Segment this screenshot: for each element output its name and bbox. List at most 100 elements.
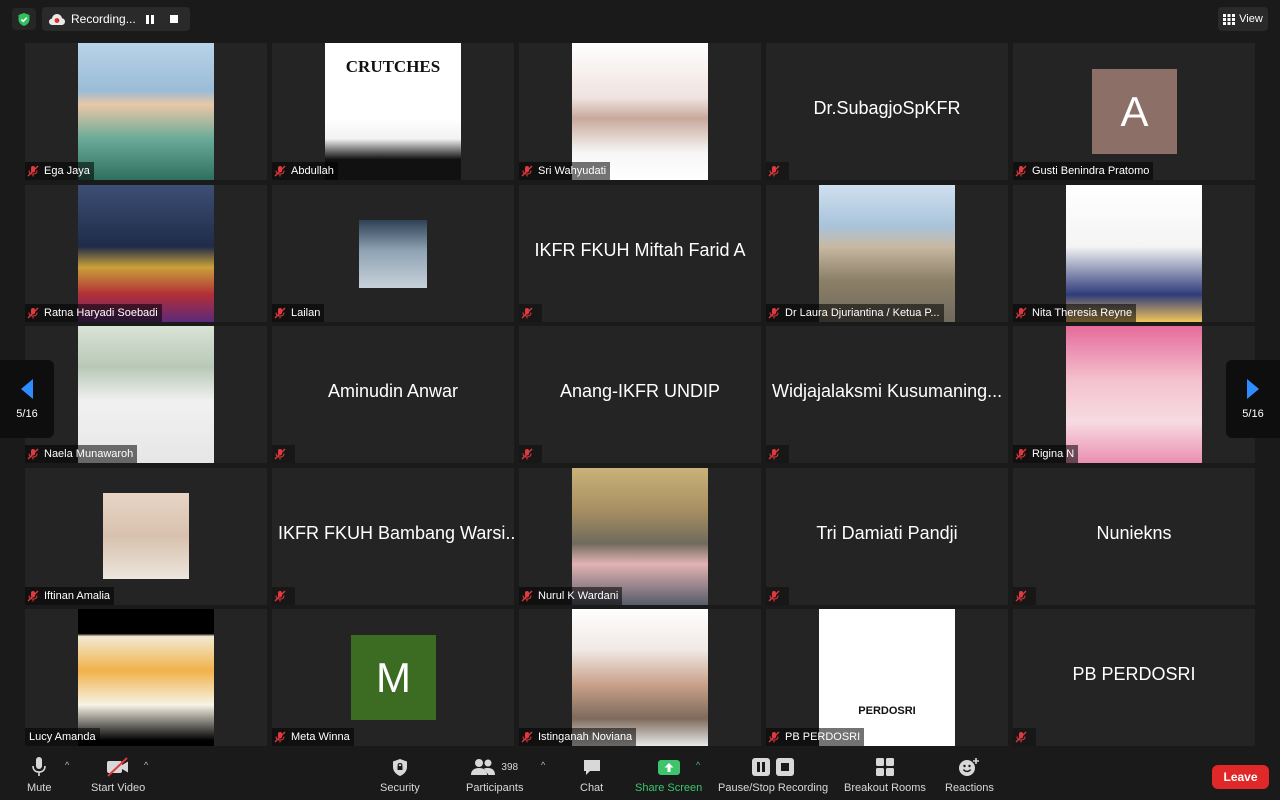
muted-microphone-icon — [274, 165, 286, 177]
participant-tile[interactable]: Anang-IKFR UNDIP — [519, 326, 761, 463]
breakout-rooms-icon — [875, 756, 895, 778]
recording-indicator[interactable]: Recording... — [42, 7, 190, 31]
share-screen-icon — [657, 756, 680, 778]
participant-name: Meta Winna — [291, 731, 350, 743]
participant-tile[interactable]: Rigina N — [1013, 326, 1255, 463]
participant-center-name: Nuniekns — [1096, 522, 1172, 543]
participant-video — [572, 609, 708, 746]
participant-tile[interactable]: A Gusti Benindra Pratomo — [1013, 43, 1255, 180]
muted-microphone-icon — [521, 307, 533, 319]
participant-name-label: Ega Jaya — [25, 162, 94, 180]
security-shield-icon[interactable] — [12, 8, 36, 30]
leave-button[interactable]: Leave — [1212, 765, 1269, 789]
participant-tile[interactable]: PB PERDOSRI — [1013, 609, 1255, 746]
reactions-label: Reactions — [945, 782, 994, 794]
participant-name-label: Nurul K Wardani — [519, 586, 623, 605]
participant-tile[interactable]: Widjajalaksmi Kusumaning... — [766, 326, 1008, 463]
next-page-button[interactable]: 5/16 — [1226, 360, 1280, 438]
participant-tile[interactable]: Nita Theresia Reyne — [1013, 184, 1255, 322]
participant-tile[interactable]: M Meta Winna — [272, 609, 514, 746]
previous-page-button[interactable]: 5/16 — [0, 360, 54, 438]
video-options-caret-icon[interactable]: ^ — [144, 760, 148, 770]
start-video-button[interactable]: Start Video — [91, 756, 145, 794]
mute-button[interactable]: Mute — [27, 756, 51, 794]
participant-name: Nurul K Wardani — [538, 589, 619, 602]
participant-name-label: PB PERDOSRI — [766, 728, 865, 746]
participant-video — [819, 184, 955, 322]
participant-tile[interactable]: Dr.SubagjoSpKFR — [766, 43, 1008, 180]
share-screen-label: Share Screen — [635, 782, 703, 794]
arrow-left-icon — [21, 379, 33, 399]
participant-name-label — [1013, 586, 1036, 605]
participant-tile[interactable]: Ega Jaya — [25, 43, 267, 180]
participant-tile[interactable]: Naela Munawaroh — [25, 326, 267, 463]
participant-tile[interactable]: Tri Damiati Pandji — [766, 467, 1008, 605]
view-button[interactable]: View — [1218, 7, 1268, 31]
participant-video — [78, 609, 214, 746]
security-label: Security — [380, 782, 420, 794]
chat-button[interactable]: Chat — [580, 756, 603, 794]
participant-tile[interactable]: CRUTCHES Abdullah — [272, 43, 514, 180]
participant-tile[interactable]: Lucy Amanda — [25, 609, 267, 746]
page-indicator-left: 5/16 — [16, 408, 38, 420]
top-bar: Recording... View — [0, 0, 1280, 38]
participant-video — [572, 467, 708, 605]
gallery-grid: Ega Jaya CRUTCHES Abdullah Sri Wahyudati Dr.… — [25, 43, 1255, 746]
muted-microphone-icon — [521, 590, 533, 602]
participant-name-label: Meta Winna — [272, 728, 354, 746]
reactions-button[interactable]: Reactions — [945, 756, 994, 794]
participant-name: Nita Theresia Reyne — [1032, 306, 1133, 319]
muted-microphone-icon — [768, 448, 780, 460]
muted-microphone-icon — [274, 731, 286, 743]
share-options-caret-icon[interactable]: ^ — [696, 760, 700, 770]
video-image-text: CRUTCHES — [345, 57, 441, 76]
participant-name: Ega Jaya — [44, 165, 90, 177]
participants-options-caret-icon[interactable]: ^ — [541, 760, 545, 770]
meeting-toolbar: Mute ^ Start Video ^ Security 398 Partic… — [0, 750, 1280, 800]
participant-video — [572, 43, 708, 180]
participant-video — [1066, 184, 1202, 322]
security-button[interactable]: Security — [380, 756, 420, 794]
muted-microphone-icon — [768, 590, 780, 602]
participant-name-label — [766, 445, 789, 463]
participant-tile[interactable]: Ratna Haryadi Soebadi — [25, 184, 267, 322]
participant-tile[interactable]: Dr Laura Djuriantina / Ketua P... — [766, 184, 1008, 322]
grid-view-icon — [1223, 13, 1236, 25]
security-shield-toolbar-icon — [392, 756, 408, 778]
participant-name-label: Istinganah Noviana — [519, 728, 637, 746]
participant-tile[interactable]: IKFR FKUH Bambang Warsi... — [272, 467, 514, 605]
participant-video — [78, 326, 214, 463]
participant-tile[interactable]: Istinganah Noviana — [519, 609, 761, 746]
muted-microphone-icon — [768, 165, 780, 177]
participant-name: Abdullah — [291, 165, 334, 177]
video-off-icon — [105, 756, 131, 778]
participant-center-name: Widjajalaksmi Kusumaning... — [772, 381, 1003, 401]
participant-name: Ratna Haryadi Soebadi — [44, 306, 158, 319]
participant-tile[interactable]: Nuniekns — [1013, 467, 1255, 605]
share-screen-button[interactable]: Share Screen — [635, 756, 702, 794]
participant-name-label — [519, 303, 542, 322]
participant-tile[interactable]: PERDOSRI PB PERDOSRI — [766, 609, 1008, 746]
view-label: View — [1239, 13, 1263, 25]
participant-tile[interactable]: IKFR FKUH Miftah Farid A — [519, 184, 761, 322]
participant-tile[interactable]: Aminudin Anwar — [272, 326, 514, 463]
pause-recording-icon[interactable] — [139, 10, 161, 28]
breakout-rooms-label: Breakout Rooms — [844, 782, 926, 794]
participant-avatar: A — [1092, 69, 1177, 154]
participant-tile[interactable]: Sri Wahyudati — [519, 43, 761, 180]
participant-tile[interactable]: Nurul K Wardani — [519, 467, 761, 605]
muted-microphone-icon — [27, 307, 39, 319]
pause-stop-recording-button[interactable]: Pause/Stop Recording — [718, 756, 828, 794]
participant-name-label — [519, 445, 542, 463]
stop-icon — [776, 758, 795, 776]
mute-options-caret-icon[interactable]: ^ — [65, 760, 69, 770]
participant-tile[interactable]: Iftinan Amalia — [25, 467, 267, 605]
muted-microphone-icon — [274, 307, 286, 319]
participant-name-label: Ratna Haryadi Soebadi — [25, 303, 162, 322]
breakout-rooms-button[interactable]: Breakout Rooms — [844, 756, 926, 794]
start-video-label: Start Video — [91, 782, 146, 794]
chat-label: Chat — [580, 782, 604, 794]
stop-recording-icon[interactable] — [163, 10, 185, 28]
participants-button[interactable]: 398 Participants — [466, 756, 523, 794]
participant-tile[interactable]: Lailan — [272, 184, 514, 322]
